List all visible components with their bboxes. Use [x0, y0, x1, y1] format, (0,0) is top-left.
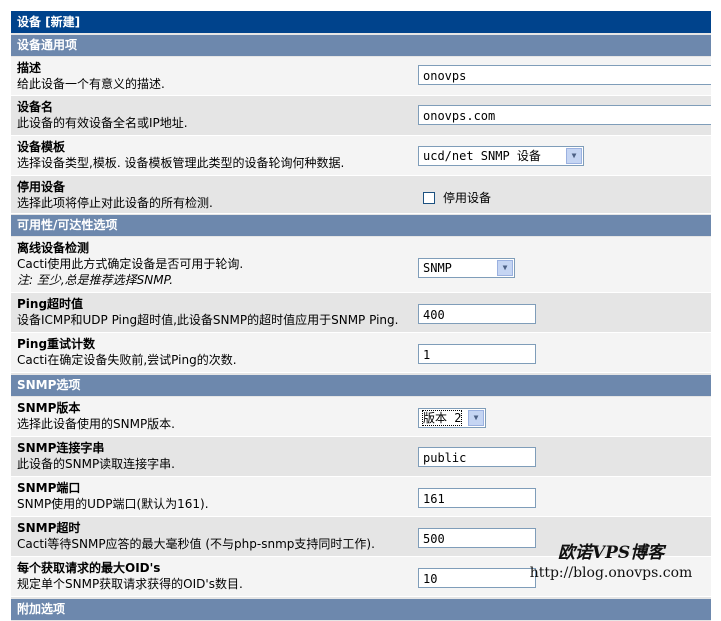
row-availability-method: 离线设备检测 Cacti使用此方式确定设备是否可用于轮询. 注: 至少,总是推荐… — [11, 237, 711, 293]
field-label: SNMP超时 — [17, 521, 81, 535]
section-header-additional: 附加选项 — [11, 599, 711, 620]
field-label: SNMP端口 — [17, 481, 81, 495]
field-description: Cacti使用此方式确定设备是否可用于轮询. — [17, 257, 244, 271]
field-label: 离线设备检测 — [17, 241, 90, 255]
row-snmp-community: SNMP连接字串 此设备的SNMP读取连接字串. public — [11, 437, 711, 477]
field-description: 给此设备一个有意义的描述. — [17, 77, 165, 91]
field-note: 注: 至少,总是推荐选择SNMP. — [17, 273, 174, 287]
field-label: 设备名 — [17, 100, 54, 114]
field-label: 停用设备 — [17, 180, 66, 194]
hostname-input[interactable]: onovps.com — [418, 105, 711, 125]
field-label: 每个获取请求的最大OID's — [17, 561, 161, 575]
row-host-template: 设备模板 选择设备类型,模板. 设备模板管理此类型的设备轮询何种数据. ucd/… — [11, 136, 711, 176]
watermark-title: 欧诺VPS博客 — [557, 543, 665, 563]
disable-host-checkbox[interactable] — [423, 191, 435, 204]
field-label: SNMP连接字串 — [17, 441, 105, 455]
device-edit-form: 设备 [新建] 设备通用项 描述 给此设备一个有意义的描述. onovps 设备… — [11, 11, 711, 621]
row-ping-timeout: Ping超时值 设备ICMP和UDP Ping超时值,此设备SNMP的超时值应用… — [11, 293, 711, 333]
site-watermark: 欧诺VPS博客 http://blog.onovps.com — [506, 543, 716, 583]
field-description: 此设备的有效设备全名或IP地址. — [17, 116, 188, 130]
row-snmp-version: SNMP版本 选择此设备使用的SNMP版本. 版本 2 ▼ — [11, 397, 711, 437]
chevron-down-icon[interactable]: ▼ — [468, 410, 484, 426]
description-input[interactable]: onovps — [418, 65, 711, 85]
chevron-down-icon[interactable]: ▼ — [497, 260, 513, 276]
watermark-url: http://blog.onovps.com — [529, 565, 693, 581]
field-description: 此设备的SNMP读取连接字串. — [17, 457, 175, 471]
ping-timeout-input[interactable]: 400 — [418, 304, 536, 324]
disable-host-control[interactable]: 停用设备 — [423, 189, 491, 206]
field-description: 选择此设备使用的SNMP版本. — [17, 417, 175, 431]
snmp-community-input[interactable]: public — [418, 447, 536, 467]
field-label: Ping超时值 — [17, 297, 84, 311]
row-hostname: 设备名 此设备的有效设备全名或IP地址. onovps.com — [11, 96, 711, 136]
snmp-version-select[interactable]: 版本 2 ▼ — [418, 408, 486, 428]
section-header-snmp: SNMP选项 — [11, 375, 711, 396]
field-description: 设备ICMP和UDP Ping超时值,此设备SNMP的超时值应用于SNMP Pi… — [17, 313, 399, 327]
field-description: 选择设备类型,模板. 设备模板管理此类型的设备轮询何种数据. — [17, 156, 345, 170]
section-header-availability: 可用性/可达性选项 — [11, 215, 711, 236]
chevron-down-icon[interactable]: ▼ — [566, 148, 582, 164]
field-label: SNMP版本 — [17, 401, 81, 415]
row-disable-host: 停用设备 选择此项将停止对此设备的所有检测. 停用设备 — [11, 176, 711, 214]
section-header-general: 设备通用项 — [11, 35, 711, 56]
field-label: Ping重试计数 — [17, 337, 96, 351]
field-label: 设备模板 — [17, 140, 66, 154]
page-title: 设备 [新建] — [11, 11, 711, 33]
field-label: 描述 — [17, 61, 42, 75]
row-description: 描述 给此设备一个有意义的描述. onovps — [11, 57, 711, 96]
row-ping-retries: Ping重试计数 Cacti在确定设备失败前,尝试Ping的次数. 1 — [11, 333, 711, 373]
availability-method-select[interactable]: SNMP ▼ — [418, 258, 515, 278]
row-snmp-port: SNMP端口 SNMP使用的UDP端口(默认为161). 161 — [11, 477, 711, 517]
snmp-port-input[interactable]: 161 — [418, 488, 536, 508]
field-description: SNMP使用的UDP端口(默认为161). — [17, 497, 209, 511]
field-description: Cacti在确定设备失败前,尝试Ping的次数. — [17, 353, 237, 367]
disable-host-checkbox-label[interactable]: 停用设备 — [443, 189, 491, 206]
host-template-select[interactable]: ucd/net SNMP 设备 ▼ — [418, 146, 584, 166]
field-description: 选择此项将停止对此设备的所有检测. — [17, 196, 213, 210]
field-description: Cacti等待SNMP应答的最大毫秒值 (不与php-snmp支持同时工作). — [17, 537, 375, 551]
field-description: 规定单个SNMP获取请求获得的OID's数目. — [17, 577, 243, 591]
ping-retries-input[interactable]: 1 — [418, 344, 536, 364]
